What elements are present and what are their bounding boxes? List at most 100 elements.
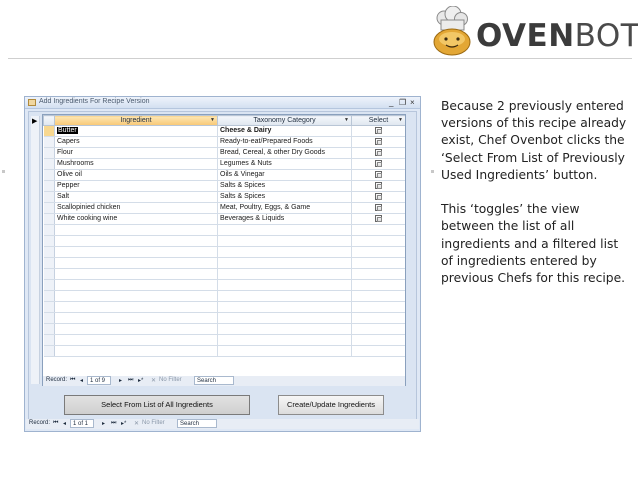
- category-cell: [217, 268, 352, 280]
- select-checkbox[interactable]: [375, 170, 382, 178]
- ingredient-cell[interactable]: White cooking wine: [54, 213, 218, 225]
- column-header-select[interactable]: Select ▼: [351, 115, 405, 126]
- row-selector[interactable]: [43, 191, 55, 203]
- row-selector[interactable]: [43, 235, 55, 247]
- first-record-button[interactable]: ⏮: [53, 420, 58, 427]
- select-checkbox[interactable]: [375, 148, 382, 156]
- select-checkbox[interactable]: [375, 159, 382, 167]
- select-checkbox[interactable]: [375, 214, 382, 222]
- row-selector[interactable]: [43, 279, 55, 291]
- select-cell[interactable]: [351, 202, 405, 214]
- select-cell[interactable]: [351, 180, 405, 192]
- table-row[interactable]: Pepper Salts & Spices: [43, 180, 405, 192]
- filter-status[interactable]: No Filter: [142, 420, 165, 426]
- search-input[interactable]: Search: [194, 376, 234, 385]
- last-record-button[interactable]: ⏭: [111, 420, 116, 427]
- create-update-ingredients-button[interactable]: Create/Update Ingredients: [278, 395, 384, 415]
- table-row[interactable]: Salt Salts & Spices: [43, 191, 405, 203]
- category-cell[interactable]: Ready-to-eat/Prepared Foods: [217, 136, 352, 148]
- row-selector[interactable]: [43, 147, 55, 159]
- row-selector[interactable]: [43, 213, 55, 225]
- ingredient-cell[interactable]: Mushrooms: [54, 158, 218, 170]
- previous-record-button[interactable]: ◂: [80, 377, 83, 384]
- table-row[interactable]: Olive oil Oils & Vinegar: [43, 169, 405, 181]
- new-record-button[interactable]: ▸*: [138, 377, 143, 384]
- row-selector[interactable]: [43, 125, 55, 137]
- category-cell[interactable]: Salts & Spices: [217, 191, 352, 203]
- row-selector[interactable]: [43, 202, 55, 214]
- close-button[interactable]: ×: [410, 97, 415, 108]
- select-checkbox[interactable]: [375, 126, 382, 134]
- ingredient-cell[interactable]: Olive oil: [54, 169, 218, 181]
- column-header-ingredient[interactable]: Ingredient ▼: [54, 115, 218, 126]
- select-checkbox[interactable]: [375, 181, 382, 189]
- select-all-corner[interactable]: [43, 115, 55, 126]
- select-checkbox[interactable]: [375, 137, 382, 145]
- row-selector[interactable]: [43, 323, 55, 335]
- row-selector[interactable]: [43, 345, 55, 357]
- select-cell[interactable]: [351, 191, 405, 203]
- table-row[interactable]: Flour Bread, Cereal, & other Dry Goods: [43, 147, 405, 159]
- category-cell[interactable]: Meat, Poultry, Eggs, & Game: [217, 202, 352, 214]
- category-cell[interactable]: Beverages & Liquids: [217, 213, 352, 225]
- description-paragraph: This ‘toggles’ the view between the list…: [441, 202, 626, 286]
- row-selector[interactable]: [43, 158, 55, 170]
- last-record-button[interactable]: ⏭: [128, 377, 133, 384]
- chevron-down-icon[interactable]: ▼: [398, 117, 403, 123]
- search-input[interactable]: Search: [177, 419, 217, 428]
- ingredient-cell[interactable]: Flour: [54, 147, 218, 159]
- ingredient-cell[interactable]: Scallopinied chicken: [54, 202, 218, 214]
- row-selector[interactable]: [43, 136, 55, 148]
- select-cell[interactable]: [351, 147, 405, 159]
- category-cell[interactable]: Legumes & Nuts: [217, 158, 352, 170]
- select-cell[interactable]: [351, 158, 405, 170]
- chevron-down-icon[interactable]: ▼: [210, 117, 215, 123]
- row-selector[interactable]: [43, 257, 55, 269]
- ingredient-cell[interactable]: Pepper: [54, 180, 218, 192]
- row-selector[interactable]: [43, 224, 55, 236]
- ingredient-cell[interactable]: Capers: [54, 136, 218, 148]
- filter-status[interactable]: No Filter: [159, 377, 182, 383]
- row-selector[interactable]: [43, 312, 55, 324]
- select-all-ingredients-button[interactable]: Select From List of All Ingredients: [64, 395, 250, 415]
- select-checkbox[interactable]: [375, 192, 382, 200]
- category-cell[interactable]: Oils & Vinegar: [217, 169, 352, 181]
- ingredient-cell[interactable]: Butter: [54, 125, 218, 137]
- row-selector[interactable]: [43, 290, 55, 302]
- next-record-button[interactable]: ▸: [119, 377, 122, 384]
- row-selector[interactable]: [43, 246, 55, 258]
- row-selector[interactable]: [43, 301, 55, 313]
- table-row[interactable]: Scallopinied chicken Meat, Poultry, Eggs,…: [43, 202, 405, 214]
- restore-button[interactable]: ❐: [399, 97, 406, 108]
- record-position-field[interactable]: 1 of 9: [87, 376, 111, 385]
- record-position-field[interactable]: 1 of 1: [70, 419, 94, 428]
- category-cell[interactable]: Cheese & Dairy: [217, 125, 352, 137]
- chevron-down-icon[interactable]: ▼: [344, 117, 349, 123]
- table-row[interactable]: Mushrooms Legumes & Nuts: [43, 158, 405, 170]
- select-cell[interactable]: [351, 213, 405, 225]
- table-row[interactable]: Capers Ready-to-eat/Prepared Foods: [43, 136, 405, 148]
- column-header-category[interactable]: Taxonomy Category ▼: [217, 115, 352, 126]
- category-cell[interactable]: Salts & Spices: [217, 180, 352, 192]
- previous-record-button[interactable]: ◂: [63, 420, 66, 427]
- minimize-button[interactable]: _: [389, 97, 393, 108]
- table-row[interactable]: Butter Cheese & Dairy: [43, 125, 405, 137]
- row-selector[interactable]: [43, 169, 55, 181]
- table-row[interactable]: White cooking wine Beverages & Liquids: [43, 213, 405, 225]
- category-cell[interactable]: Bread, Cereal, & other Dry Goods: [217, 147, 352, 159]
- form-record-selector[interactable]: ▶: [31, 116, 40, 384]
- select-checkbox[interactable]: [375, 203, 382, 211]
- row-selector[interactable]: [43, 334, 55, 346]
- select-cell[interactable]: [351, 136, 405, 148]
- select-cell: [351, 312, 405, 324]
- row-selector[interactable]: [43, 268, 55, 280]
- select-cell[interactable]: [351, 125, 405, 137]
- category-cell: [217, 235, 352, 247]
- new-record-button[interactable]: ▸*: [121, 420, 126, 427]
- select-cell[interactable]: [351, 169, 405, 181]
- next-record-button[interactable]: ▸: [102, 420, 105, 427]
- empty-row: [43, 290, 405, 302]
- row-selector[interactable]: [43, 180, 55, 192]
- first-record-button[interactable]: ⏮: [70, 377, 75, 384]
- ingredient-cell[interactable]: Salt: [54, 191, 218, 203]
